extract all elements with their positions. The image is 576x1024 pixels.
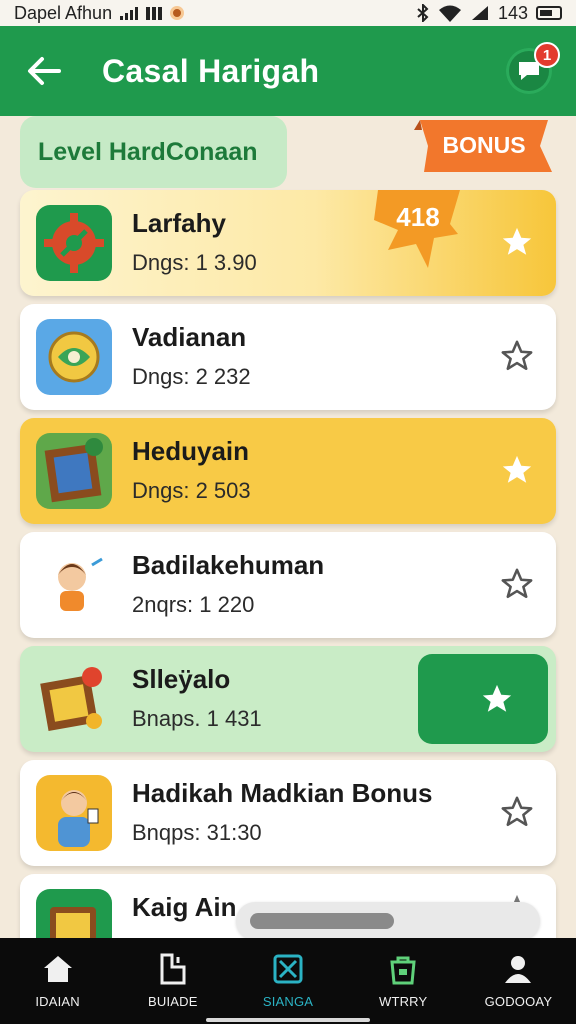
item-subtitle: Bnqps: 31:30 [132,820,262,845]
notification-dot-icon [170,6,185,20]
battery-icon [536,6,562,20]
bluetooth-icon [417,4,429,22]
treasure-frame-app-icon [36,661,112,737]
nav-label: WTRRY [378,994,428,1009]
nav-item-bag[interactable]: WTRRY [346,938,461,1024]
item-title: Heduyain [132,436,250,466]
item-subtitle: 2nqrs: 1 220 [132,592,255,617]
nav-item-profile[interactable]: GODOOAY [461,938,576,1024]
item-title: Larfahy [132,208,226,238]
signal-icon-2 [146,6,163,20]
profile-icon [500,952,536,986]
status-bar: Dapel Afhun 143 [0,0,576,26]
star-outline-icon [501,796,533,827]
selected-panel [418,654,548,744]
picture-frame-app-icon [36,433,112,509]
nav-label: GODOOAY [484,994,553,1009]
score-badge: 418 [368,190,468,268]
notification-badge: 1 [534,42,560,68]
bottom-nav: IDAIAN BUIADE SIANGA WTRRY GODOOAY [0,938,576,1024]
item-subtitle: Dngs: 2 232 [132,364,251,389]
list-item[interactable]: Hadikah Madkian Bonus Bnqps: 31:30 [20,760,556,866]
item-title: Vadianan [132,322,247,352]
character-app-icon [36,547,112,623]
nav-item-puzzle[interactable]: SIANGA [230,938,345,1024]
bonus-ribbon[interactable]: BONUS [414,116,554,178]
bonus-label: BONUS [442,131,526,158]
list-item[interactable]: Heduyain Dngs: 2 503 [20,418,556,524]
score-value: 418 [396,202,440,232]
bag-icon [385,952,421,986]
home-icon [40,952,76,986]
favorite-button[interactable] [476,678,518,720]
star-filled-icon [502,455,532,483]
page-title: Casal Harigah [102,52,320,89]
star-filled-icon [502,227,532,255]
clock-text: 143 [497,2,528,23]
item-subtitle: Dngs: 2 503 [132,478,251,503]
nav-label: IDAIAN [35,994,80,1009]
list-item[interactable]: Vadianan Dngs: 2 232 [20,304,556,410]
signal-icon [120,6,139,20]
home-indicator [206,1018,370,1022]
favorite-button[interactable] [496,563,538,605]
list-item[interactable]: Larfahy Dngs: 1 3.90 418 [20,190,556,296]
item-title: Kaig Ain [132,892,237,922]
cell-signal-icon [471,6,488,20]
app-bar: Casal Harigah 1 [0,26,576,116]
nav-label: SIANGA [262,994,314,1009]
item-title: Badilakehuman [132,550,325,580]
star-outline-icon [501,340,533,371]
item-title: Slleÿalo [132,664,231,694]
person-app-icon [36,775,112,851]
item-subtitle: Dngs: 1 3.90 [132,250,257,275]
globe-app-icon [36,319,112,395]
scroll-indicator[interactable] [236,902,540,940]
star-filled-icon [482,684,512,712]
favorite-button[interactable] [496,335,538,377]
scroll-thumb[interactable] [250,913,394,929]
favorite-button[interactable] [496,221,538,263]
board-icon [155,952,191,986]
star-outline-icon [501,568,533,599]
chat-button[interactable]: 1 [506,42,560,94]
favorite-button[interactable] [496,791,538,833]
item-subtitle: Bnaps. 1 431 [132,706,262,731]
wifi-icon [438,5,461,22]
item-title: Hadikah Madkian Bonus [132,778,433,808]
list-item[interactable]: Badilakehuman 2nqrs: 1 220 [20,532,556,638]
puzzle-icon [270,952,306,986]
list-item[interactable]: Slleÿalo Bnaps. 1 431 [20,646,556,752]
arrow-left-icon [28,57,61,85]
back-button[interactable] [22,49,66,93]
favorite-button[interactable] [496,449,538,491]
nav-item-board[interactable]: BUIADE [115,938,230,1024]
level-label: Level HardConaan [20,116,287,188]
nav-label: BUIADE [148,994,198,1009]
carrier-text: Dapel Afhun [14,2,113,23]
gear-app-icon [36,205,112,281]
nav-item-home[interactable]: IDAIAN [0,938,115,1024]
